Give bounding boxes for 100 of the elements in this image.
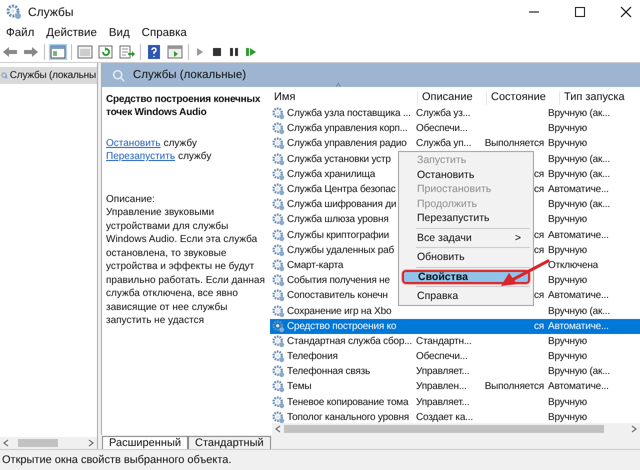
table-cell: Вручную: [548, 275, 587, 286]
table-cell: Служба уз...: [416, 108, 470, 120]
horizontal-scrollbar[interactable]: [272, 423, 640, 435]
tree-item[interactable]: Службы (локальны: [0, 67, 97, 84]
back-arrow-icon[interactable]: [2, 45, 18, 59]
gear-icon: [272, 213, 285, 226]
gear-icon: [272, 168, 285, 181]
close-icon[interactable]: [620, 6, 632, 18]
gear-icon: [272, 350, 285, 364]
scroll-left-icon[interactable]: [275, 425, 281, 433]
description-text: Управление звуковыми устройствами для службы Windows Audio. Если эта служба остановлена, то звуковые устройства и эффекты не будут правильно работать. Если данная служба отключена, все явно зависящие от нее службы запустить не удастся: [106, 206, 266, 328]
maximize-icon[interactable]: [574, 6, 586, 18]
context-menu-item[interactable]: Справка: [402, 289, 530, 304]
context-menu-item[interactable]: Остановить: [402, 168, 530, 182]
annotation-arrow: [500, 259, 550, 287]
gear-icon: [272, 228, 285, 242]
table-cell: Обеспечи...: [416, 351, 468, 362]
table-cell: Теневое копирование тома: [287, 396, 408, 408]
window-title: Службы: [28, 5, 74, 19]
window-icon[interactable]: [167, 45, 183, 59]
table-cell: ся: [534, 168, 544, 180]
table-cell: Вручную: [548, 336, 587, 347]
forward-arrow-icon[interactable]: [23, 45, 39, 59]
pane-title: Службы (локальные): [133, 69, 246, 81]
service-title: Средство построения конечных точек Windows Audio: [106, 93, 262, 119]
window-icon[interactable]: [77, 45, 93, 59]
table-cell: Автоматиче...: [548, 290, 609, 302]
table-cell: Создает ка...: [416, 412, 473, 423]
menu-item[interactable]: Файл: [6, 27, 34, 39]
console-tree-icon[interactable]: [50, 45, 66, 59]
table-cell: Вручную: [548, 244, 587, 256]
search-icon: [112, 68, 125, 82]
table-cell: Смарт-карта: [287, 260, 344, 271]
scroll-right-icon[interactable]: [88, 439, 94, 447]
menu-item[interactable]: Действие: [46, 27, 97, 39]
scroll-left-icon[interactable]: [3, 439, 9, 447]
gear-icon: [272, 258, 285, 272]
table-cell: Стандартн...: [416, 336, 472, 347]
table-cell: ся: [534, 320, 544, 332]
help-icon[interactable]: [146, 45, 162, 59]
context-menu-item[interactable]: Перезапустить: [402, 211, 530, 226]
table-cell: Сопоставитель конечн: [287, 290, 388, 302]
gear-icon: [272, 198, 285, 212]
context-menu-item[interactable]: Свойства: [402, 270, 530, 284]
table-cell: Сохранение игр на Xbo: [287, 306, 392, 317]
service-action-link[interactable]: Остановить: [106, 137, 161, 150]
table-cell: Автоматиче...: [548, 230, 609, 241]
menu-item[interactable]: Вид: [108, 27, 130, 39]
pause-icon[interactable]: [228, 45, 240, 59]
sort-indicator: ^: [336, 82, 341, 93]
horizontal-scrollbar[interactable]: [0, 437, 97, 449]
gear-icon: [272, 365, 285, 378]
stop-icon[interactable]: [211, 45, 223, 59]
table-cell: ся: [534, 244, 544, 256]
selected-row[interactable]: Средство построения ко ся Автоматиче...: [270, 318, 640, 334]
column-header[interactable]: Тип запуска: [560, 91, 640, 105]
column-header[interactable]: Состояние: [487, 91, 560, 105]
restart-icon[interactable]: [245, 45, 257, 59]
table-cell: Вручную (ак...: [548, 306, 610, 317]
table-cell: Стандартная служба сбор...: [287, 336, 412, 347]
view-tab[interactable]: Стандартный: [188, 436, 271, 449]
table-cell: Вручную (ак...: [548, 366, 610, 378]
gear-icon: [272, 152, 285, 166]
table-cell: Вручную: [548, 123, 587, 134]
table-cell: Обеспечи...: [416, 123, 468, 134]
export-list-icon[interactable]: [119, 45, 135, 59]
table-cell: Вручную (ак...: [548, 199, 610, 210]
action-text: службу: [164, 137, 197, 150]
context-menu-item[interactable]: Все задачи >: [402, 230, 530, 245]
table-cell: ся: [534, 184, 544, 196]
column-header[interactable]: Описание: [418, 91, 487, 105]
table-cell: Автоматиче...: [548, 320, 609, 332]
gear-icon: [272, 183, 285, 196]
table-cell: Управляет...: [416, 396, 470, 408]
scroll-right-icon[interactable]: [631, 425, 637, 433]
table-cell: ся: [534, 230, 544, 241]
table-cell: Вручную: [548, 214, 587, 226]
menu-item[interactable]: Справка: [142, 27, 187, 39]
table-cell: Служба шифрования ди: [287, 199, 396, 210]
gear-icon: [272, 274, 285, 288]
gear-icon: [272, 410, 285, 424]
table-cell: Отключена: [548, 260, 598, 271]
refresh-icon[interactable]: [98, 45, 114, 59]
table-cell: Телефония: [287, 351, 338, 362]
table-cell: Автоматиче...: [548, 381, 609, 392]
gear-icon: [272, 107, 285, 120]
description-label: Описание:: [106, 193, 156, 206]
table-cell: Вручную: [548, 412, 587, 423]
context-menu-item[interactable]: Обновить: [402, 250, 530, 264]
table-cell: Телефонная связь: [287, 366, 370, 378]
table-cell: Службы удаленных раб: [287, 244, 394, 256]
table-cell: Служба хранилища: [287, 168, 376, 180]
table-cell: Темы: [287, 381, 312, 392]
gear-icon: [272, 320, 285, 333]
table-cell: Автоматиче...: [548, 184, 609, 196]
view-tab[interactable]: Расширенный: [102, 436, 188, 449]
gear-icon: [6, 4, 22, 20]
table-cell: Тополог канального уровня: [287, 412, 409, 423]
service-action-link[interactable]: Перезапустить: [106, 150, 176, 163]
table-cell: Службы криптографии: [287, 230, 390, 241]
